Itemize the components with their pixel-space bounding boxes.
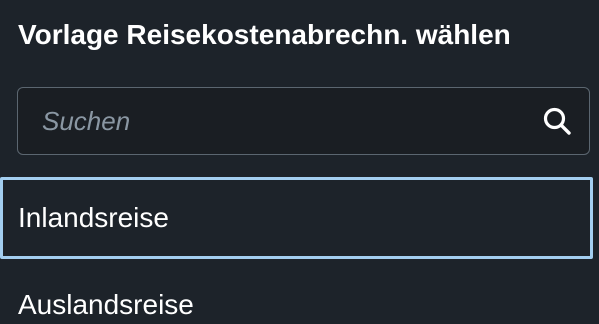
list-item-label: Auslandsreise [18,289,194,320]
search-button[interactable] [541,105,573,137]
list-item-auslandsreise[interactable]: Auslandsreise [0,268,593,324]
list-item-label: Inlandsreise [18,202,169,233]
search-icon [543,107,571,135]
list-item-inlandsreise[interactable]: Inlandsreise [0,177,593,259]
search-input[interactable] [42,88,522,154]
search-field[interactable] [17,87,590,155]
dialog-title: Vorlage Reisekostenabrechn. wählen [18,19,511,50]
